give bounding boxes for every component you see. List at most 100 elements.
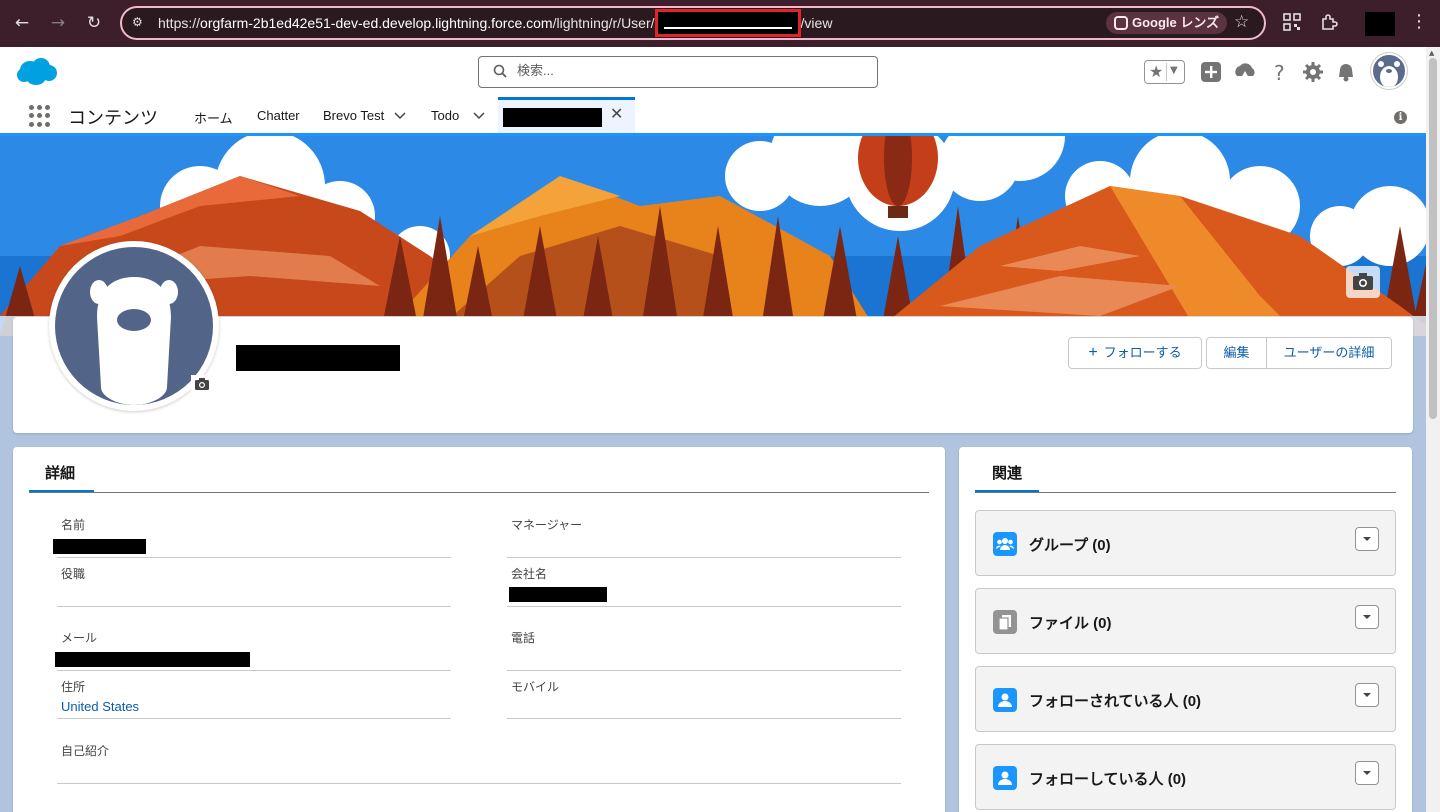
field-divider — [507, 557, 901, 558]
field-label-phone: 電話 — [511, 631, 536, 645]
field-divider — [57, 557, 451, 558]
extensions-icon[interactable] — [1320, 13, 1338, 31]
nav-item-home[interactable]: ホーム — [194, 108, 233, 127]
setup-gear-icon[interactable] — [1301, 60, 1325, 84]
field-divider — [57, 718, 451, 719]
address-bar[interactable]: ⚙ https://orgfarm-2b1ed42e51-dev-ed.deve… — [120, 6, 1266, 40]
related-list-followers[interactable]: フォローされている人 (0) — [975, 666, 1396, 732]
related-list-following[interactable]: フォローしている人 (0) — [975, 744, 1396, 810]
related-list-title[interactable]: グループ (0) — [1029, 534, 1111, 555]
browser-profile-avatar[interactable] — [1365, 12, 1395, 36]
chevron-down-icon — [1363, 537, 1371, 541]
redacted-tab-label — [503, 108, 602, 127]
app-launcher-icon[interactable] — [29, 105, 51, 127]
chevron-down-icon — [1363, 771, 1371, 775]
url-text[interactable]: https://orgfarm-2b1ed42e51-dev-ed.develo… — [158, 9, 832, 38]
lens-icon — [1114, 16, 1128, 30]
nav-item-chatter[interactable]: Chatter — [257, 108, 300, 123]
user-detail-button[interactable]: ユーザーの詳細 — [1266, 337, 1392, 369]
chevron-down-icon — [1363, 693, 1371, 697]
search-input[interactable] — [517, 63, 857, 78]
close-icon[interactable]: ✕ — [610, 104, 623, 123]
related-list-title[interactable]: フォローしている人 (0) — [1029, 768, 1186, 789]
forward-icon[interactable]: → — [47, 12, 69, 34]
scrollbar-thumb[interactable] — [1429, 58, 1437, 419]
field-divider — [57, 670, 451, 671]
field-label-about: 自己紹介 — [61, 744, 110, 758]
related-list-files[interactable]: ファイル (0) — [975, 588, 1396, 654]
dropdown-button[interactable] — [1355, 527, 1379, 551]
field-label-address: 住所 — [61, 680, 86, 694]
bookmark-star-icon[interactable]: ☆ — [1234, 12, 1249, 32]
related-list-title[interactable]: ファイル (0) — [1029, 612, 1112, 633]
tab-details[interactable]: 詳細 — [45, 462, 75, 483]
svg-text:?: ? — [1274, 61, 1285, 84]
user-icon — [993, 766, 1017, 790]
field-divider — [507, 670, 901, 671]
favorites-divider — [1166, 63, 1167, 81]
related-list-title[interactable]: フォローされている人 (0) — [1029, 690, 1201, 711]
help-icon[interactable]: ? — [1268, 60, 1292, 84]
tab-user-record[interactable]: ✕ — [498, 97, 635, 133]
redacted-user-name — [236, 345, 400, 371]
field-divider — [507, 606, 901, 607]
follow-button-label: フォローする — [1103, 345, 1182, 360]
chevron-down-icon: ▼ — [1170, 65, 1178, 76]
chevron-down-icon — [1363, 615, 1371, 619]
file-icon — [993, 610, 1017, 634]
groups-icon — [993, 532, 1017, 556]
google-lens-button[interactable]: Google レンズ — [1106, 12, 1228, 34]
related-list-groups[interactable]: グループ (0) — [975, 510, 1396, 576]
back-icon[interactable]: ← — [11, 12, 33, 34]
redacted-name-value — [53, 539, 146, 554]
global-create-icon[interactable] — [1199, 60, 1223, 84]
browser-menu-icon[interactable]: ⋮ — [1410, 11, 1428, 32]
field-label-name: 名前 — [61, 518, 86, 532]
notifications-bell-icon[interactable] — [1334, 60, 1358, 84]
app-navigation-bar: コンテンツ ホーム Chatter Brevo Test Todo ✕ i — [0, 97, 1440, 136]
chevron-down-icon[interactable] — [472, 108, 486, 122]
user-avatar[interactable] — [1371, 53, 1407, 89]
global-search[interactable] — [478, 56, 878, 88]
browser-toolbar: ← → ↻ ⚙ https://orgfarm-2b1ed42e51-dev-e… — [0, 0, 1440, 47]
plus-icon: + — [1088, 344, 1098, 361]
change-banner-button[interactable] — [1346, 266, 1380, 298]
camera-icon — [1353, 273, 1373, 290]
salesforce-cloud-logo[interactable] — [16, 57, 58, 87]
field-label-title: 役職 — [61, 567, 86, 581]
dropdown-button[interactable] — [1355, 683, 1379, 707]
tab-related[interactable]: 関連 — [992, 462, 1022, 483]
field-label-company: 会社名 — [511, 567, 548, 581]
address-link[interactable]: United States — [61, 699, 139, 714]
field-label-mobile: モバイル — [511, 680, 560, 694]
edit-button[interactable]: 編集 — [1206, 337, 1267, 369]
favorites-button[interactable]: ★ ▼ — [1144, 60, 1185, 84]
reload-icon[interactable]: ↻ — [83, 12, 105, 34]
tab-divider — [29, 492, 929, 493]
trailhead-icon[interactable] — [1233, 60, 1257, 84]
scroll-up-arrow-icon[interactable]: ▲ — [1429, 49, 1434, 57]
follow-button[interactable]: + フォローする — [1068, 337, 1202, 369]
nav-item-brevo-test[interactable]: Brevo Test — [323, 108, 384, 123]
dropdown-button[interactable] — [1355, 605, 1379, 629]
site-settings-icon[interactable]: ⚙ — [132, 15, 148, 31]
redacted-email-value — [55, 652, 250, 667]
details-card — [13, 447, 945, 812]
field-label-manager: マネージャー — [511, 518, 583, 532]
qr-code-icon[interactable] — [1283, 13, 1301, 31]
page-scrollbar[interactable]: ▲ — [1426, 47, 1440, 812]
user-icon — [993, 688, 1017, 712]
dropdown-button[interactable] — [1355, 761, 1379, 785]
camera-icon — [195, 378, 209, 390]
field-divider — [507, 718, 901, 719]
star-icon: ★ — [1149, 62, 1164, 81]
app-name: コンテンツ — [68, 108, 158, 128]
chevron-down-icon[interactable] — [393, 108, 407, 122]
search-icon — [493, 64, 507, 78]
change-photo-button[interactable] — [191, 375, 213, 393]
profile-header-card — [13, 317, 1413, 433]
nav-item-todo[interactable]: Todo — [431, 108, 459, 123]
global-header: ★ ▼ ? — [0, 47, 1440, 97]
tab-divider — [975, 492, 1396, 493]
info-icon[interactable]: i — [1394, 111, 1407, 124]
